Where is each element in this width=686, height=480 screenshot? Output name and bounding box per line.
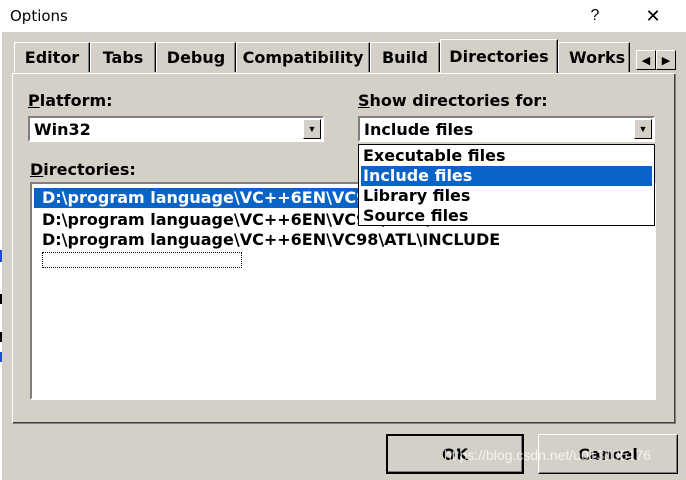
show-directories-value: Include files (364, 120, 474, 139)
tab-label: Works (569, 48, 626, 67)
dropdown-option-library-files[interactable]: Library files (361, 186, 652, 206)
directory-row[interactable]: D:\program language\VC++6EN\VC98\ATL\INC… (34, 230, 654, 250)
tab-strip: Editor Tabs Debug Compatibility Build Di… (14, 39, 684, 74)
tab-scroll-left-icon[interactable]: ◀ (636, 50, 656, 70)
tab-scroll-right-icon[interactable]: ▶ (656, 50, 676, 70)
ok-label: OK (442, 444, 468, 464)
dropdown-option-executable-files[interactable]: Executable files (361, 146, 652, 166)
cancel-label: Cancel (578, 444, 638, 464)
show-directories-combobox[interactable]: Include files ▼ (358, 116, 655, 142)
tab-compatibility[interactable]: Compatibility (236, 42, 370, 72)
tab-label: Build (381, 48, 428, 67)
chevron-down-icon[interactable]: ▼ (634, 119, 652, 139)
dropdown-option-source-files[interactable]: Source files (361, 206, 652, 226)
new-directory-entry[interactable] (42, 252, 242, 268)
cancel-button[interactable]: Cancel (538, 434, 678, 474)
options-dialog: Options ? ✕ Editor Tabs Debug Compatibil… (2, 0, 686, 480)
tab-editor[interactable]: Editor (14, 42, 90, 72)
tab-label: Tabs (102, 48, 144, 67)
show-directories-dropdown-list: Executable files Include files Library f… (358, 144, 655, 226)
tab-label: Compatibility (242, 48, 364, 67)
chevron-down-icon[interactable]: ▼ (303, 119, 321, 139)
close-icon: ✕ (645, 5, 661, 26)
window-title: Options (10, 7, 68, 25)
show-directories-label: Show directories for: (358, 91, 548, 110)
tab-build[interactable]: Build (370, 42, 440, 72)
help-icon: ? (590, 7, 600, 24)
dropdown-option-include-files[interactable]: Include files (361, 166, 652, 186)
tab-directories[interactable]: Directories (440, 39, 558, 73)
platform-combobox[interactable]: Win32 ▼ (28, 116, 324, 142)
close-button[interactable]: ✕ (630, 0, 676, 32)
ok-button[interactable]: OK (386, 434, 524, 474)
tab-scroll-control: ◀ ▶ (636, 50, 676, 70)
platform-value: Win32 (34, 120, 91, 139)
help-button[interactable]: ? (572, 0, 618, 32)
tab-tabs[interactable]: Tabs (90, 42, 156, 72)
directories-label: Directories: (30, 160, 136, 179)
tab-label: Directories (449, 47, 549, 66)
tab-debug[interactable]: Debug (156, 42, 236, 72)
platform-label: Platform: (28, 91, 113, 110)
title-bar[interactable]: Options ? ✕ (2, 0, 686, 32)
tab-workspace[interactable]: Works (558, 42, 630, 72)
tab-label: Debug (166, 48, 226, 67)
tab-label: Editor (24, 48, 80, 67)
